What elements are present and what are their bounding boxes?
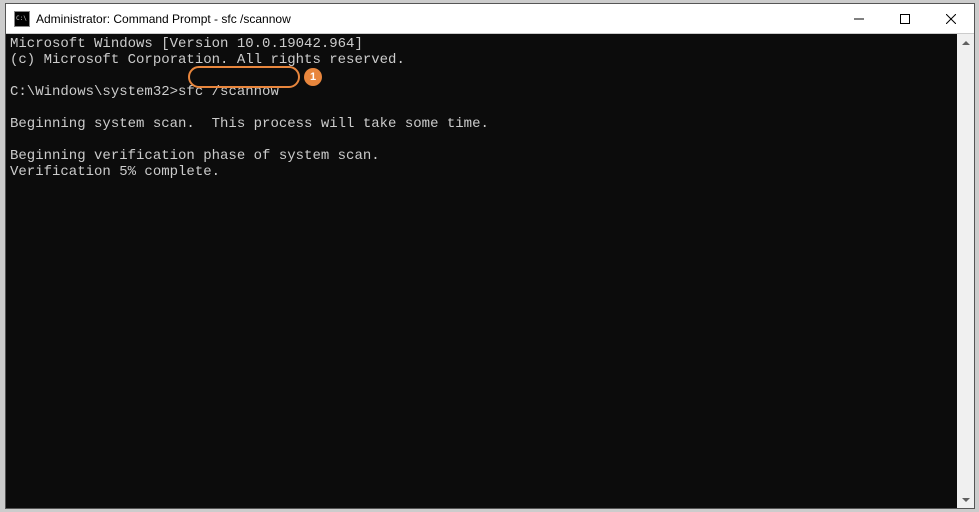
verification-progress-line: Verification 5% complete. — [10, 164, 220, 180]
maximize-button[interactable] — [882, 4, 928, 33]
copyright-line: (c) Microsoft Corporation. All rights re… — [10, 52, 405, 68]
vertical-scrollbar[interactable] — [957, 34, 974, 508]
minimize-button[interactable] — [836, 4, 882, 33]
scroll-up-arrow[interactable] — [957, 34, 974, 51]
entered-command: sfc /scannow — [178, 84, 279, 100]
close-button[interactable] — [928, 4, 974, 33]
annotation-badge-1: 1 — [304, 68, 322, 86]
verification-phase-line: Beginning verification phase of system s… — [10, 148, 380, 164]
window-title: Administrator: Command Prompt - sfc /sca… — [36, 12, 291, 26]
cmd-icon — [14, 11, 30, 27]
terminal-output[interactable]: Microsoft Windows [Version 10.0.19042.96… — [6, 34, 957, 508]
window-controls — [836, 4, 974, 33]
scan-begin-line: Beginning system scan. This process will… — [10, 116, 489, 132]
cmd-window: Administrator: Command Prompt - sfc /sca… — [5, 3, 975, 509]
prompt-prefix: C:\Windows\system32> — [10, 84, 178, 100]
version-line: Microsoft Windows [Version 10.0.19042.96… — [10, 36, 363, 52]
scroll-down-arrow[interactable] — [957, 491, 974, 508]
titlebar[interactable]: Administrator: Command Prompt - sfc /sca… — [6, 4, 974, 34]
